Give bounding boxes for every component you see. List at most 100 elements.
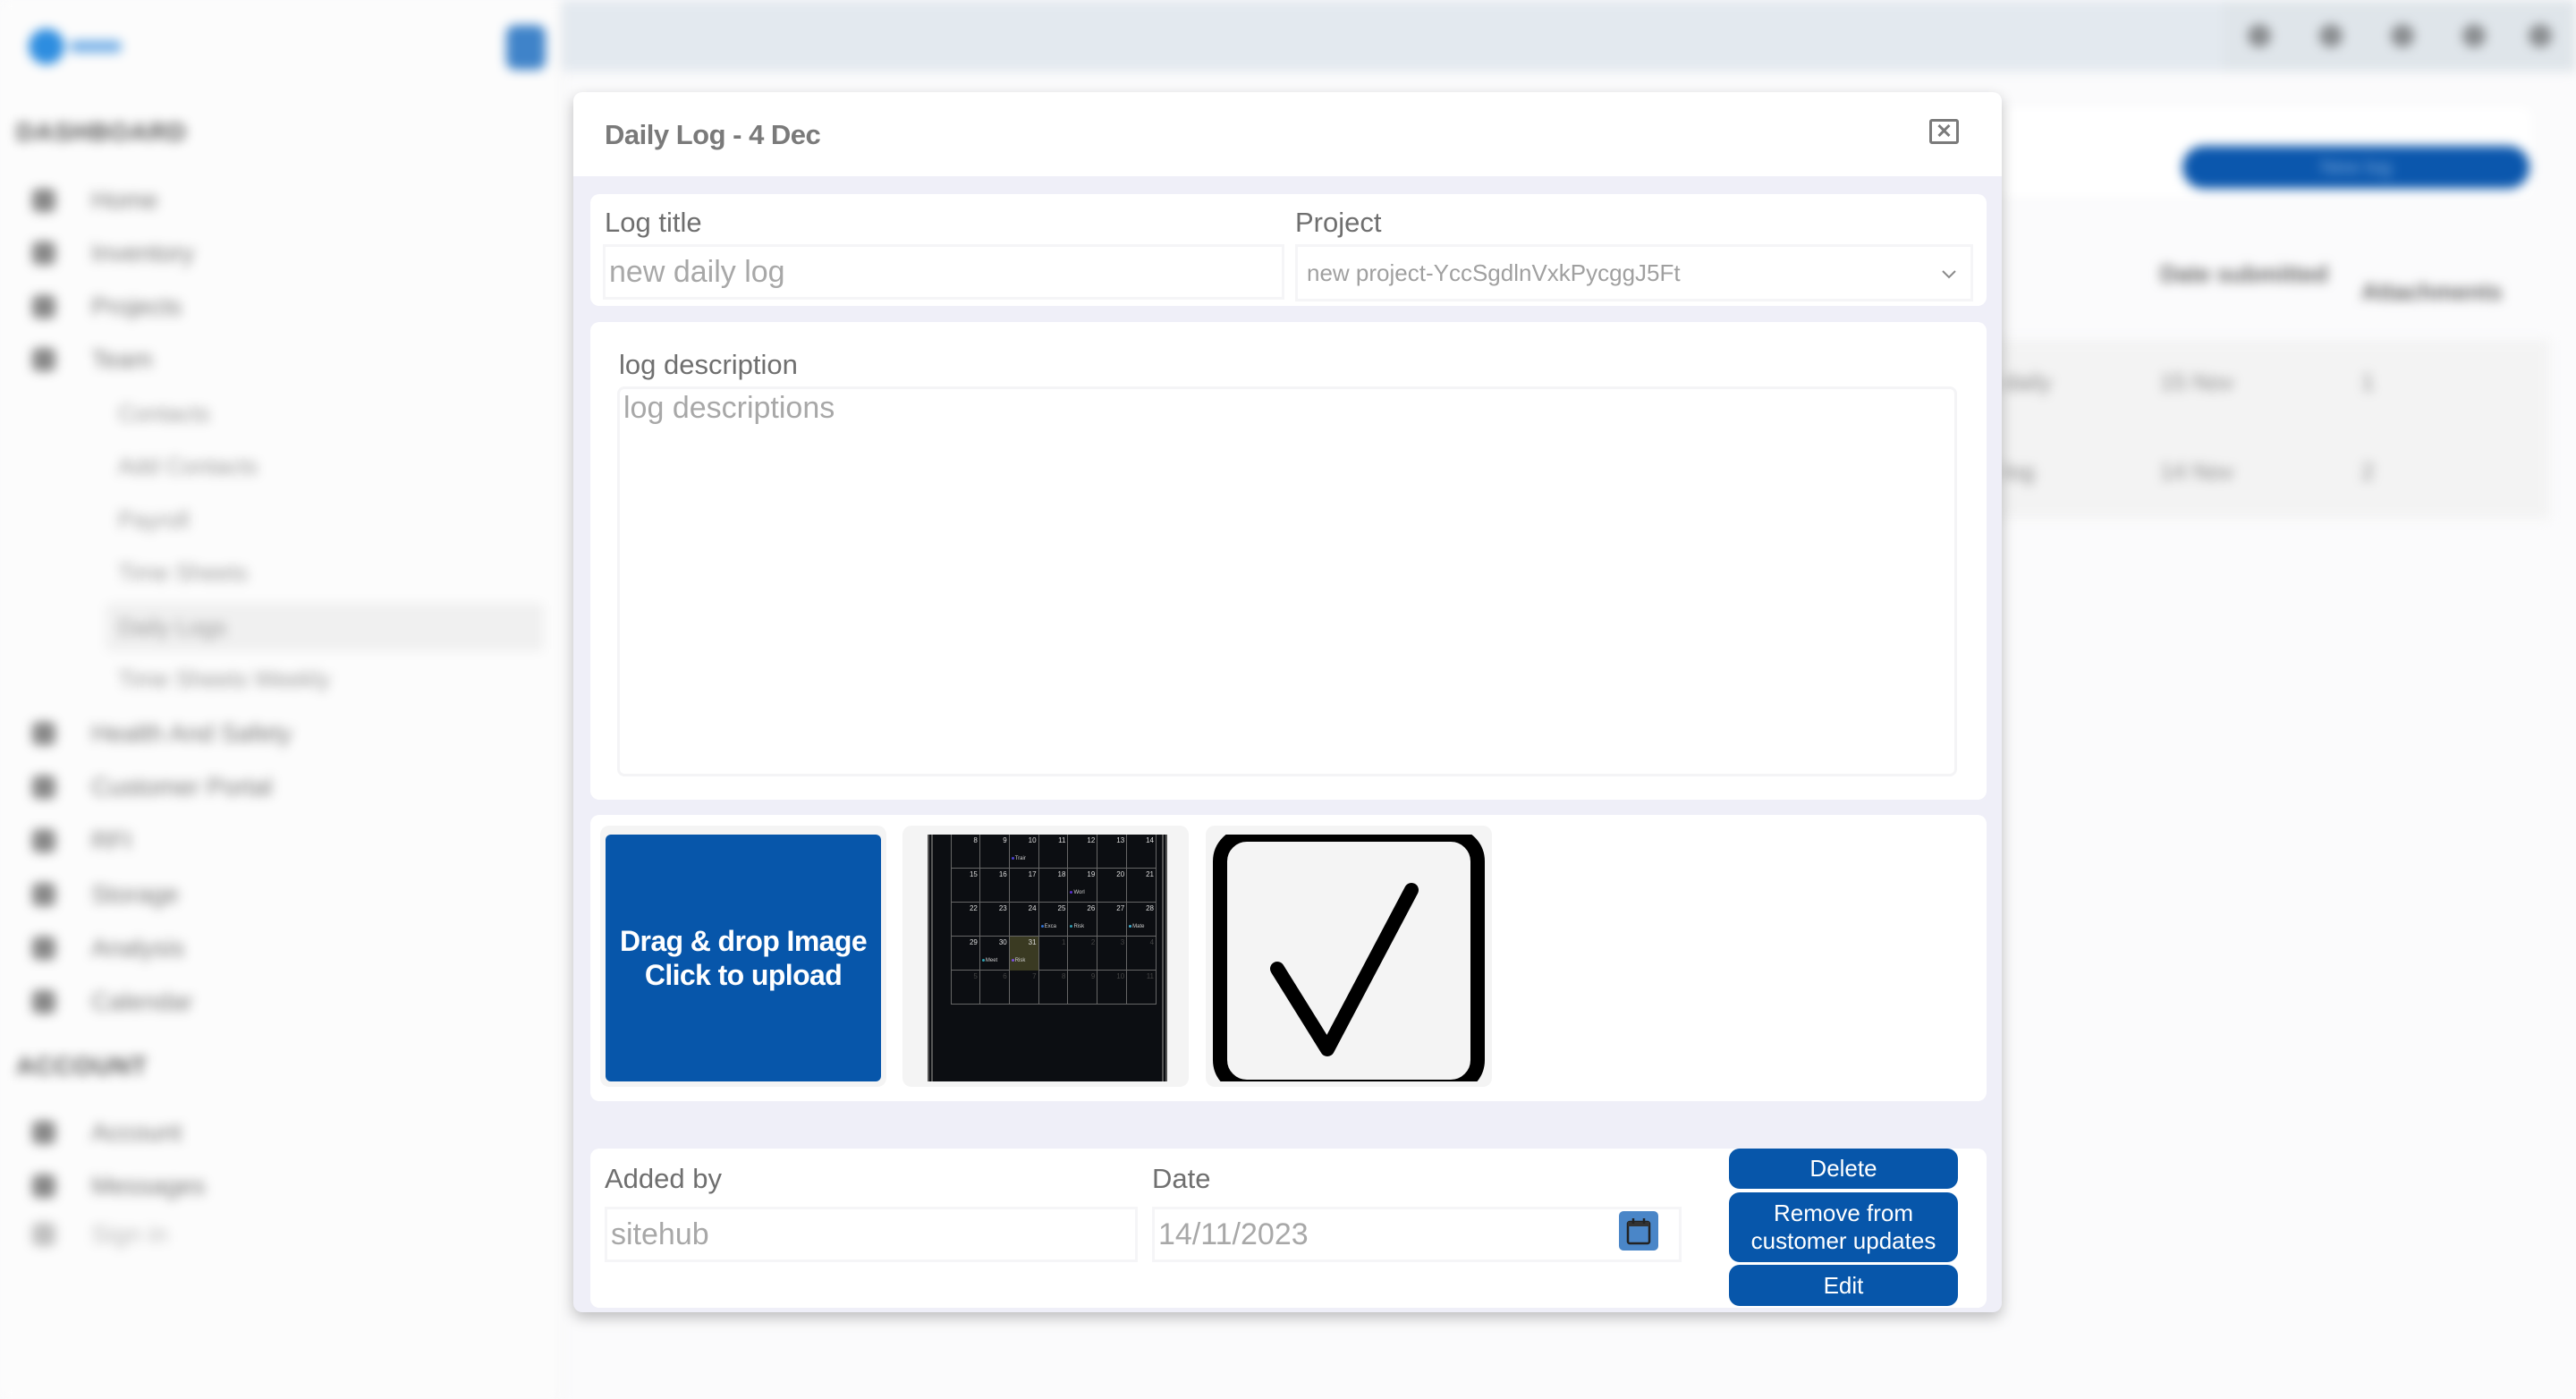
sidebar-subitem-daily-logs[interactable]: Daily Logs	[118, 614, 226, 641]
calendar-day-cell: 11	[1127, 971, 1157, 1005]
calendar-day-cell: 30 Meet	[980, 937, 1010, 971]
attachment-thumbnail[interactable]: 8 9 10 Trair 11 12 13 14 15 16 17 18 19 Worl 20 21 22 23 2…	[902, 826, 1189, 1087]
sidebar-subitem-contacts[interactable]: Contacts	[118, 400, 210, 428]
table-row[interactable]: log 14 Nov 2	[1995, 429, 2549, 519]
calendar-day-cell: 26 Risk	[1068, 903, 1098, 937]
project-select[interactable]: new project-YccSgdlnVxkPycggJ5Ft	[1295, 244, 1973, 301]
calendar-day-cell: 19 Worl	[1068, 869, 1098, 903]
table-row[interactable]: daily 15 Nov 1	[1995, 340, 2549, 429]
signin-icon	[32, 1223, 55, 1246]
sidebar-item-label: Customer Portal	[91, 773, 273, 801]
calendar-event: Meet	[982, 958, 997, 963]
title-project-section: Log title Project new project-YccSgdlnVx…	[590, 194, 1987, 306]
edit-button[interactable]: Edit	[1729, 1265, 1958, 1306]
date-input[interactable]	[1152, 1207, 1682, 1262]
user-icon[interactable]	[2438, 0, 2510, 72]
notification-icon[interactable]	[2224, 0, 2295, 72]
upload-line-1: Drag & drop Image	[619, 925, 868, 957]
calendar-day-cell: 6	[980, 971, 1010, 1005]
chevron-down-icon	[1942, 270, 1956, 279]
calendar-day-cell: 4	[1127, 937, 1157, 971]
upload-line-2: Click to upload	[644, 959, 843, 991]
sidebar-subitem-time-sheets-weekly[interactable]: Time Sheets Weekly	[118, 666, 330, 693]
sidebar-item-sign-in[interactable]: Sign in	[32, 1220, 168, 1249]
calendar-day-cell: 17	[1010, 869, 1039, 903]
sidebar-item-customer-portal[interactable]: Customer Portal	[32, 773, 272, 801]
profile-icon[interactable]	[2504, 0, 2576, 72]
table-cell: 15 Nov	[2160, 369, 2234, 395]
description-textarea[interactable]	[617, 386, 1957, 776]
calendar-day-cell: 8	[1039, 971, 1069, 1005]
added-by-input[interactable]	[605, 1207, 1138, 1262]
calendar-day-cell: 18	[1039, 869, 1069, 903]
table-cell: daily	[2004, 369, 2052, 395]
upload-dropzone[interactable]: Drag & drop Image Click to upload	[606, 835, 881, 1081]
sidebar-subitem-payroll[interactable]: Payroll	[118, 506, 189, 534]
sidebar-collapse-button[interactable]	[506, 25, 546, 70]
portal-icon	[32, 776, 55, 799]
home-icon	[32, 189, 55, 212]
top-bar	[562, 0, 2576, 72]
sidebar-item-analysis[interactable]: Analysis	[32, 934, 184, 962]
table-cell: 1	[2361, 369, 2375, 395]
sidebar-subitem-time-sheets[interactable]: Time Sheets	[118, 559, 248, 587]
storage-icon	[32, 883, 55, 906]
sidebar-item-health-and-safety[interactable]: Health And Safety	[32, 719, 292, 748]
added-by-label: Added by	[605, 1163, 722, 1194]
calendar-week-row: 22 23 24 25 Exca 26 Risk 27 28 Mate	[951, 903, 1157, 937]
sidebar-subitem-add-contacts[interactable]: Add Contacts	[118, 453, 258, 480]
sidebar: DASHBOARD Home Inventory Projects Team C…	[0, 0, 562, 1399]
modal-title: Daily Log - 4 Dec	[605, 119, 821, 150]
calendar-day-cell: 22	[951, 903, 980, 937]
attachment-thumbnail[interactable]	[1206, 826, 1492, 1087]
sidebar-item-home[interactable]: Home	[32, 186, 158, 215]
calendar-event: Trair	[1012, 856, 1026, 861]
calendar-day-cell: 1	[1039, 937, 1069, 971]
brand-logo	[29, 27, 122, 66]
upload-tile[interactable]: Drag & drop Image Click to upload	[600, 826, 886, 1087]
sidebar-item-label: Home	[91, 186, 158, 214]
calendar-day-cell: 21	[1127, 869, 1157, 903]
sidebar-item-team[interactable]: Team	[32, 345, 152, 374]
filter-icon	[32, 295, 55, 318]
sidebar-item-account[interactable]: Account	[32, 1118, 182, 1147]
project-selected-value: new project-YccSgdlnVxkPycggJ5Ft	[1307, 259, 1681, 286]
remove-from-customer-updates-button[interactable]: Remove from customer updates	[1729, 1192, 1958, 1262]
shield-icon	[32, 722, 55, 745]
calendar-day-cell: 29	[951, 937, 980, 971]
log-title-input[interactable]	[603, 244, 1284, 300]
sidebar-item-label: Team	[91, 345, 153, 373]
mail-icon[interactable]	[2367, 0, 2438, 72]
table-cell: log	[2004, 458, 2035, 485]
new-log-button[interactable]: New log	[2182, 146, 2529, 189]
settings-icon[interactable]	[2295, 0, 2367, 72]
sidebar-item-rfi[interactable]: RFI	[32, 827, 131, 855]
calendar-week-row: 15 16 17 18 19 Worl 20 21	[951, 869, 1157, 903]
delete-button[interactable]: Delete	[1729, 1149, 1958, 1189]
calendar-event: Risk	[1012, 958, 1026, 963]
calendar-week-row: 8 9 10 Trair 11 12 13 14	[951, 835, 1157, 869]
sidebar-item-messages[interactable]: Messages	[32, 1172, 206, 1200]
sidebar-item-inventory[interactable]: Inventory	[32, 239, 194, 267]
calendar-day-cell: 16	[980, 869, 1010, 903]
date-picker-button[interactable]	[1619, 1211, 1658, 1251]
sidebar-item-label: Calendar	[91, 988, 193, 1015]
sidebar-item-storage[interactable]: Storage	[32, 880, 179, 909]
sidebar-heading-account: ACCOUNT	[16, 1052, 148, 1080]
calendar-event: Risk	[1070, 924, 1084, 929]
calendar-icon	[32, 990, 55, 1013]
log-title-label: Log title	[605, 207, 702, 238]
calendar-event: Worl	[1070, 890, 1084, 895]
project-label: Project	[1295, 207, 1382, 238]
table-cell: 14 Nov	[2160, 458, 2234, 485]
sidebar-item-label: Storage	[91, 880, 180, 908]
chart-icon	[32, 937, 55, 960]
team-icon	[32, 348, 55, 371]
sidebar-item-calendar[interactable]: Calendar	[32, 988, 193, 1016]
close-button[interactable]: ✕	[1929, 119, 1959, 144]
calendar-day-cell: 28 Mate	[1127, 903, 1157, 937]
sidebar-item-projects[interactable]: Projects	[32, 293, 182, 321]
sidebar-item-label: Account	[91, 1118, 182, 1146]
calendar-day-cell: 9	[1068, 971, 1098, 1005]
modal-header: Daily Log - 4 Dec ✕	[573, 92, 2002, 176]
